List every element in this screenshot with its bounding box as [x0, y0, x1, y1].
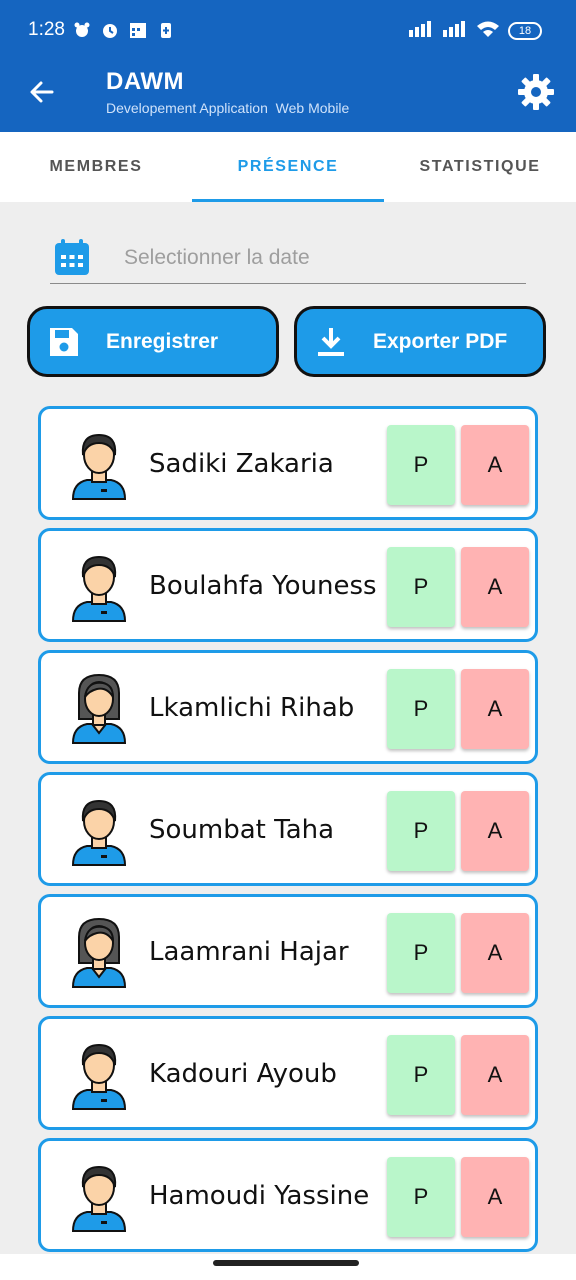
- calendar-status-icon: [128, 20, 148, 40]
- back-arrow-icon[interactable]: [26, 76, 58, 108]
- male-avatar-icon: [71, 1161, 127, 1233]
- date-input-placeholder: Selectionner la date: [124, 246, 310, 269]
- present-button[interactable]: P: [387, 547, 455, 627]
- save-button[interactable]: Enregistrer: [27, 306, 279, 377]
- absent-button[interactable]: A: [461, 547, 529, 627]
- member-card: Sadiki Zakaria P A: [38, 406, 538, 520]
- home-indicator[interactable]: [213, 1260, 359, 1266]
- system-nav-bar: [0, 1254, 576, 1280]
- present-button[interactable]: P: [387, 1157, 455, 1237]
- member-name: Kadouri Ayoub: [149, 1059, 337, 1089]
- member-card: Boulahfa Youness P A: [38, 528, 538, 642]
- present-button[interactable]: P: [387, 1035, 455, 1115]
- export-pdf-button[interactable]: Exporter PDF: [294, 306, 546, 377]
- app-title: DAWM: [106, 68, 184, 95]
- present-button[interactable]: P: [387, 913, 455, 993]
- status-bar: 1:28 18: [0, 0, 576, 62]
- absent-button[interactable]: A: [461, 1035, 529, 1115]
- tab-bar: MEMBRES PRÉSENCE STATISTIQUE: [0, 132, 576, 202]
- male-avatar-icon: [71, 795, 127, 867]
- app-subtitle: Developement Application Web Mobile: [106, 100, 350, 116]
- member-card: Laamrani Hajar P A: [38, 894, 538, 1008]
- save-icon: [48, 325, 80, 359]
- male-avatar-icon: [71, 429, 127, 501]
- wifi-icon: [476, 20, 500, 42]
- present-button[interactable]: P: [387, 425, 455, 505]
- member-name: Sadiki Zakaria: [149, 449, 334, 479]
- female-avatar-icon: [71, 917, 127, 989]
- member-card: Kadouri Ayoub P A: [38, 1016, 538, 1130]
- battery-indicator: 18: [508, 22, 542, 40]
- save-button-label: Enregistrer: [106, 330, 219, 353]
- member-card: Lkamlichi Rihab P A: [38, 650, 538, 764]
- status-time: 1:28: [28, 19, 65, 40]
- female-avatar-icon: [71, 673, 127, 745]
- member-name: Soumbat Taha: [149, 815, 335, 845]
- app-bar: DAWM Developement Application Web Mobile: [0, 62, 576, 132]
- absent-button[interactable]: A: [461, 425, 529, 505]
- member-name: Boulahfa Youness: [149, 571, 377, 601]
- absent-button[interactable]: A: [461, 791, 529, 871]
- member-card: Soumbat Taha P A: [38, 772, 538, 886]
- male-avatar-icon: [71, 1039, 127, 1111]
- signal-icon: [408, 20, 434, 42]
- member-name: Lkamlichi Rihab: [149, 693, 355, 723]
- absent-button[interactable]: A: [461, 669, 529, 749]
- battery-saver-icon: [156, 20, 176, 40]
- tab-presence[interactable]: PRÉSENCE: [192, 132, 384, 202]
- signal-icon: [442, 20, 468, 42]
- male-avatar-icon: [71, 551, 127, 623]
- date-picker-field[interactable]: Selectionner la date: [50, 232, 526, 284]
- calendar-icon[interactable]: [54, 238, 90, 276]
- tab-membres[interactable]: MEMBRES: [0, 132, 192, 202]
- member-name: Laamrani Hajar: [149, 937, 349, 967]
- absent-button[interactable]: A: [461, 913, 529, 993]
- present-button[interactable]: P: [387, 669, 455, 749]
- member-name: Hamoudi Yassine: [149, 1181, 370, 1211]
- status-right: 18: [408, 20, 542, 42]
- export-pdf-button-label: Exporter PDF: [373, 330, 508, 353]
- status-icons: [72, 20, 176, 40]
- gear-icon[interactable]: [516, 72, 556, 112]
- tab-statistique[interactable]: STATISTIQUE: [384, 132, 576, 202]
- notification-icon: [72, 20, 92, 40]
- download-icon: [315, 325, 347, 359]
- alarm-icon: [100, 20, 120, 40]
- present-button[interactable]: P: [387, 791, 455, 871]
- member-card: Hamoudi Yassine P A: [38, 1138, 538, 1252]
- absent-button[interactable]: A: [461, 1157, 529, 1237]
